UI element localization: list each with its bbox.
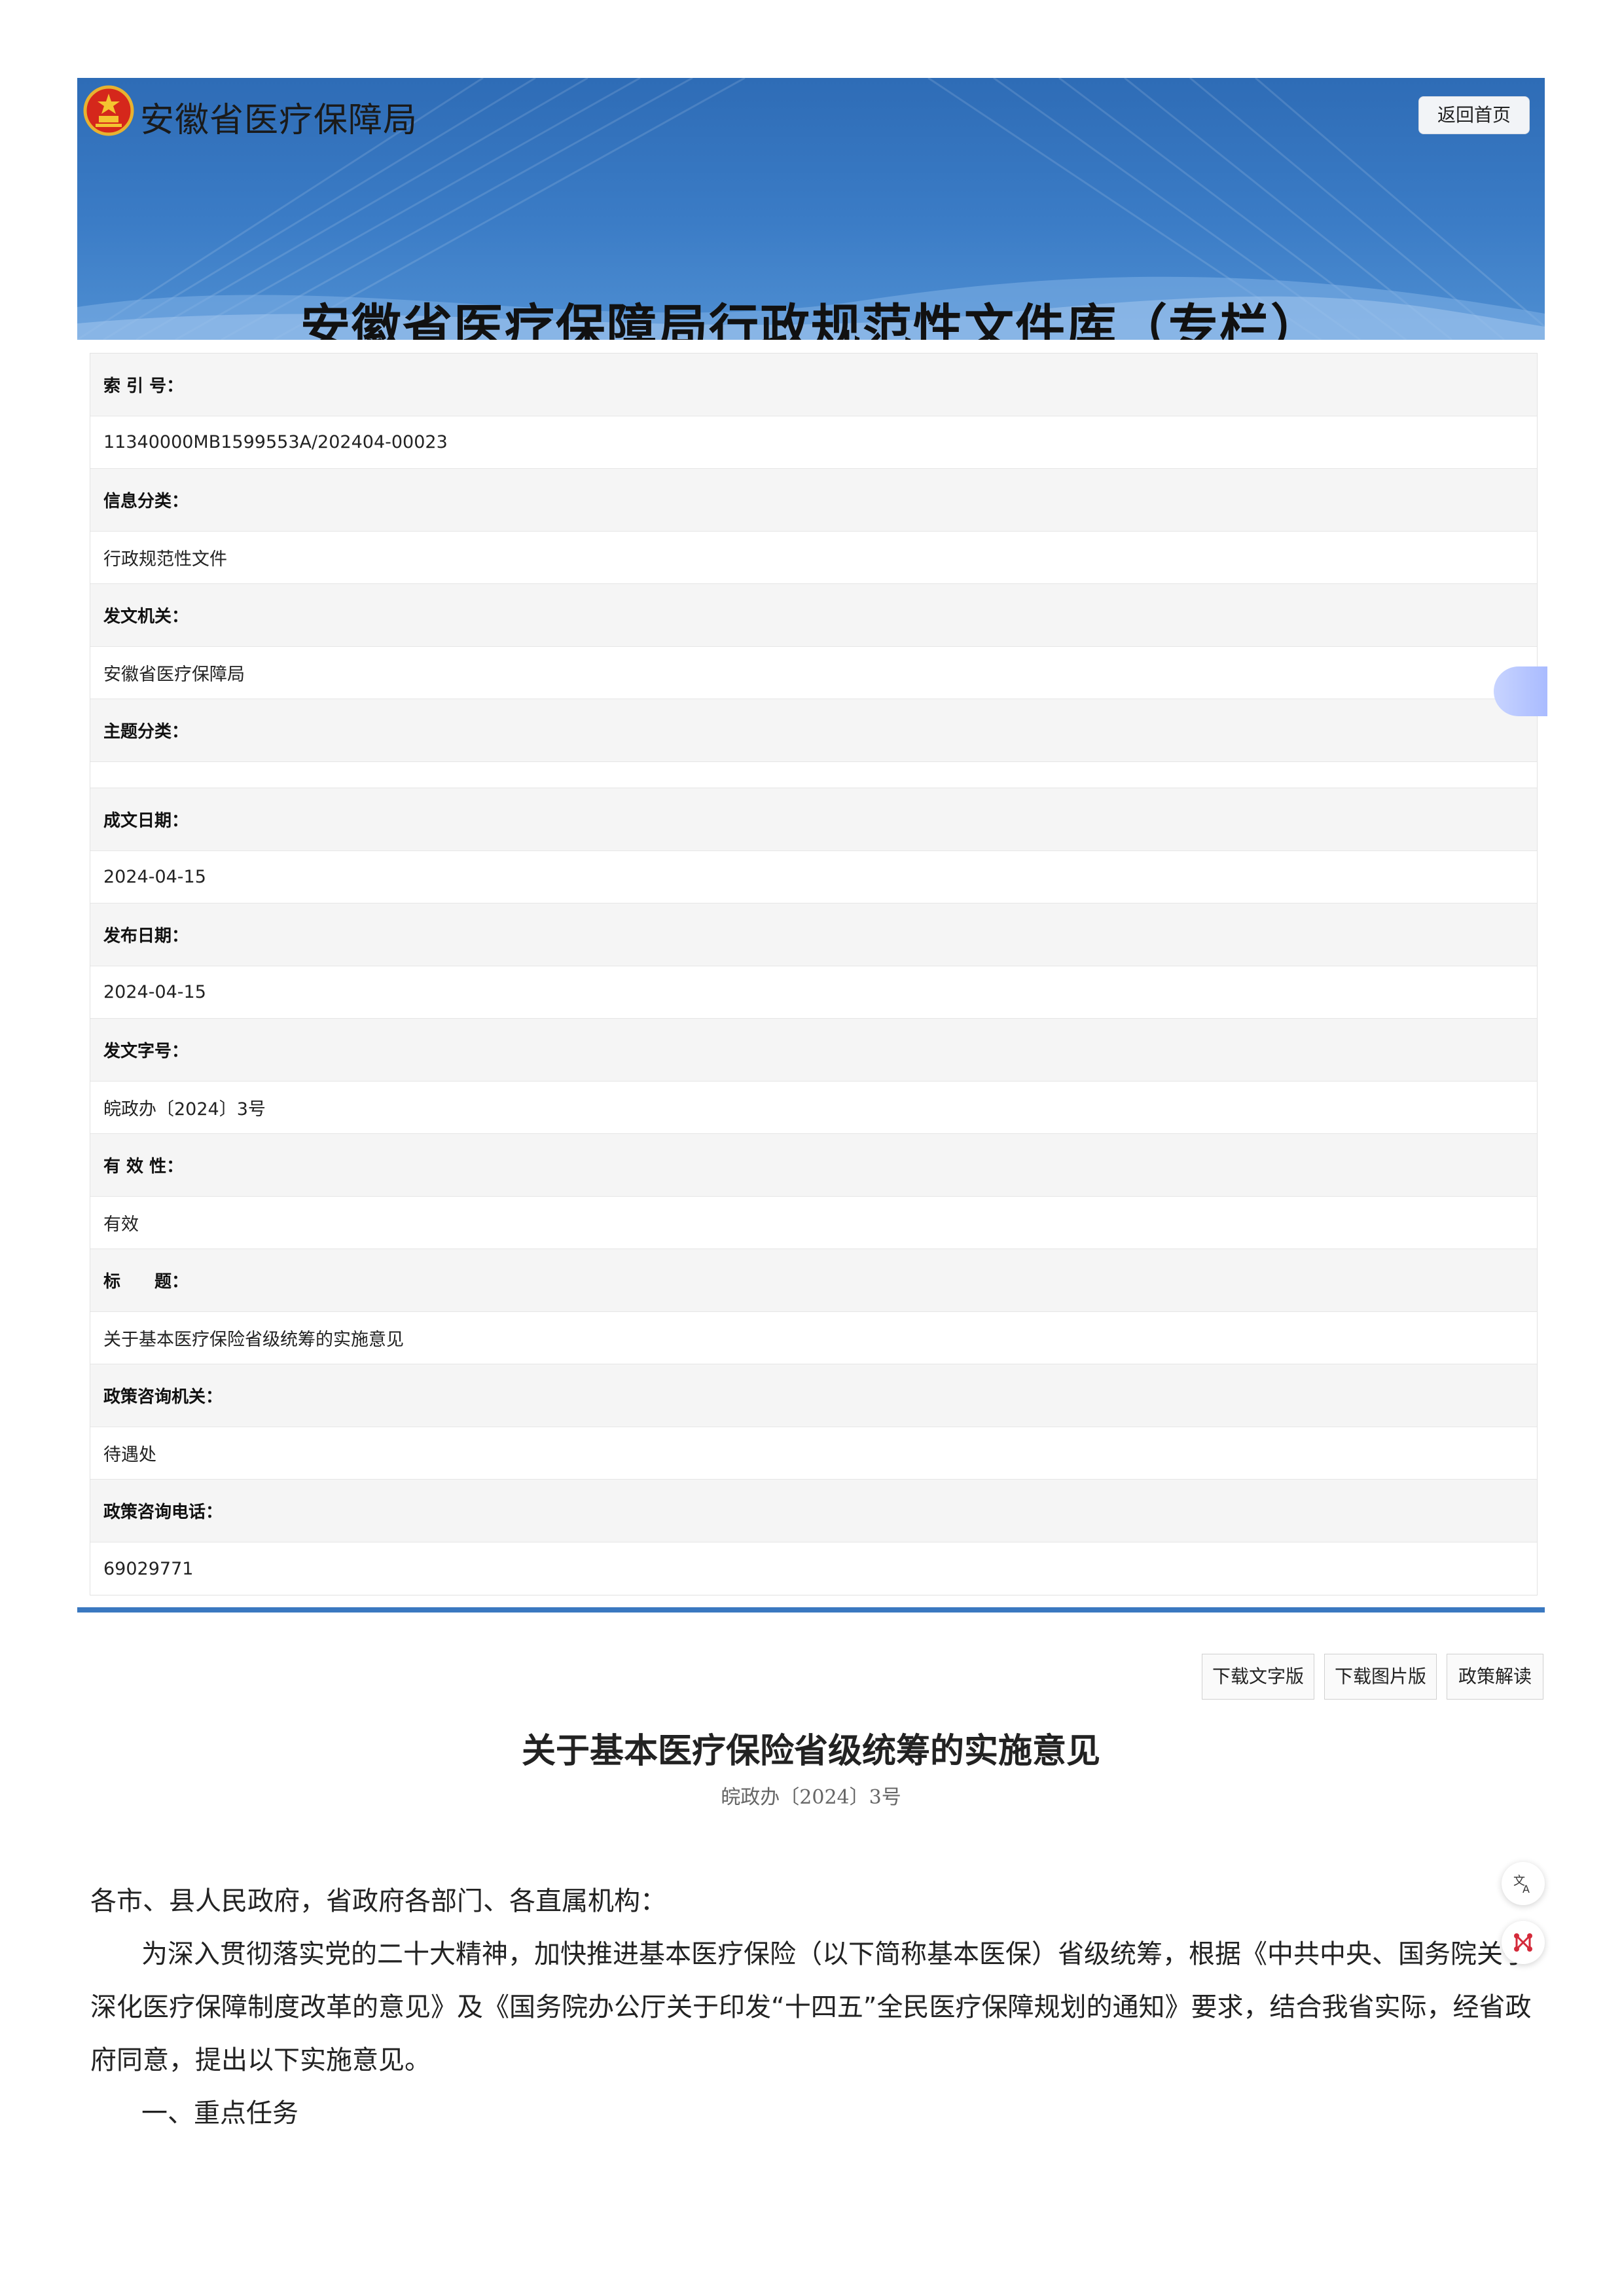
page-title: 安徽省医疗保障局行政规范性文件库（专栏）	[300, 299, 1322, 340]
meta-label-consult-phone: 政策咨询电话：	[90, 1480, 1537, 1542]
meta-value-topic	[90, 762, 1537, 788]
download-text-button[interactable]: 下载文字版	[1202, 1654, 1314, 1700]
meta-value-index: 11340000MB1599553A/202404-00023	[90, 416, 1537, 469]
national-emblem-icon	[82, 84, 135, 137]
meta-value-publish-date: 2024-04-15	[90, 966, 1537, 1019]
header-banner: 安徽省医疗保障局 返回首页 安徽省医疗保障局行政规范性文件库（专栏）	[77, 78, 1545, 340]
meta-value-written-date: 2024-04-15	[90, 851, 1537, 903]
article-salutation: 各市、县人民政府，省政府各部门、各直属机构：	[90, 1886, 666, 1916]
meta-label-topic: 主题分类：	[90, 699, 1537, 762]
section-divider	[77, 1607, 1545, 1613]
meta-value-issuer: 安徽省医疗保障局	[90, 647, 1537, 699]
meta-value-consult-office: 待遇处	[90, 1427, 1537, 1480]
side-float-tab[interactable]	[1494, 666, 1547, 716]
policy-interpretation-button[interactable]: 政策解读	[1447, 1654, 1543, 1700]
svg-text:A: A	[1523, 1883, 1530, 1895]
meta-label-consult-office: 政策咨询机关：	[90, 1364, 1537, 1427]
site-brand[interactable]: 安徽省医疗保障局	[140, 92, 418, 141]
translate-icon[interactable]: 文 A	[1502, 1862, 1545, 1905]
download-image-button[interactable]: 下载图片版	[1324, 1654, 1437, 1700]
meta-value-doc-number: 皖政办〔2024〕3号	[90, 1082, 1537, 1134]
meta-value-category: 行政规范性文件	[90, 532, 1537, 584]
article-doc-number: 皖政办〔2024〕3号	[721, 1786, 901, 1809]
meta-label-title: 标 题：	[90, 1249, 1537, 1312]
article-section-heading: 一、重点任务	[141, 2098, 298, 2128]
meta-value-consult-phone: 69029771	[90, 1542, 1537, 1595]
meta-label-category: 信息分类：	[90, 469, 1537, 532]
meta-label-validity: 有 效 性：	[90, 1134, 1537, 1197]
article-paragraph-1: 为深入贯彻落实党的二十大精神，加快推进基本医疗保险（以下简称基本医保）省级统筹，…	[90, 1939, 1532, 2075]
network-icon[interactable]	[1502, 1921, 1545, 1964]
meta-label-written-date: 成文日期：	[90, 788, 1537, 851]
meta-value-title: 关于基本医疗保险省级统筹的实施意见	[90, 1312, 1537, 1364]
document-metadata-table: 索 引 号： 11340000MB1599553A/202404-00023 信…	[90, 353, 1538, 1595]
meta-value-validity: 有效	[90, 1197, 1537, 1249]
article-title: 关于基本医疗保险省级统筹的实施意见	[521, 1731, 1100, 1771]
home-button[interactable]: 返回首页	[1418, 96, 1530, 134]
meta-label-publish-date: 发布日期：	[90, 903, 1537, 966]
meta-label-index: 索 引 号：	[90, 354, 1537, 416]
meta-label-doc-number: 发文字号：	[90, 1019, 1537, 1082]
meta-label-issuer: 发文机关：	[90, 584, 1537, 647]
